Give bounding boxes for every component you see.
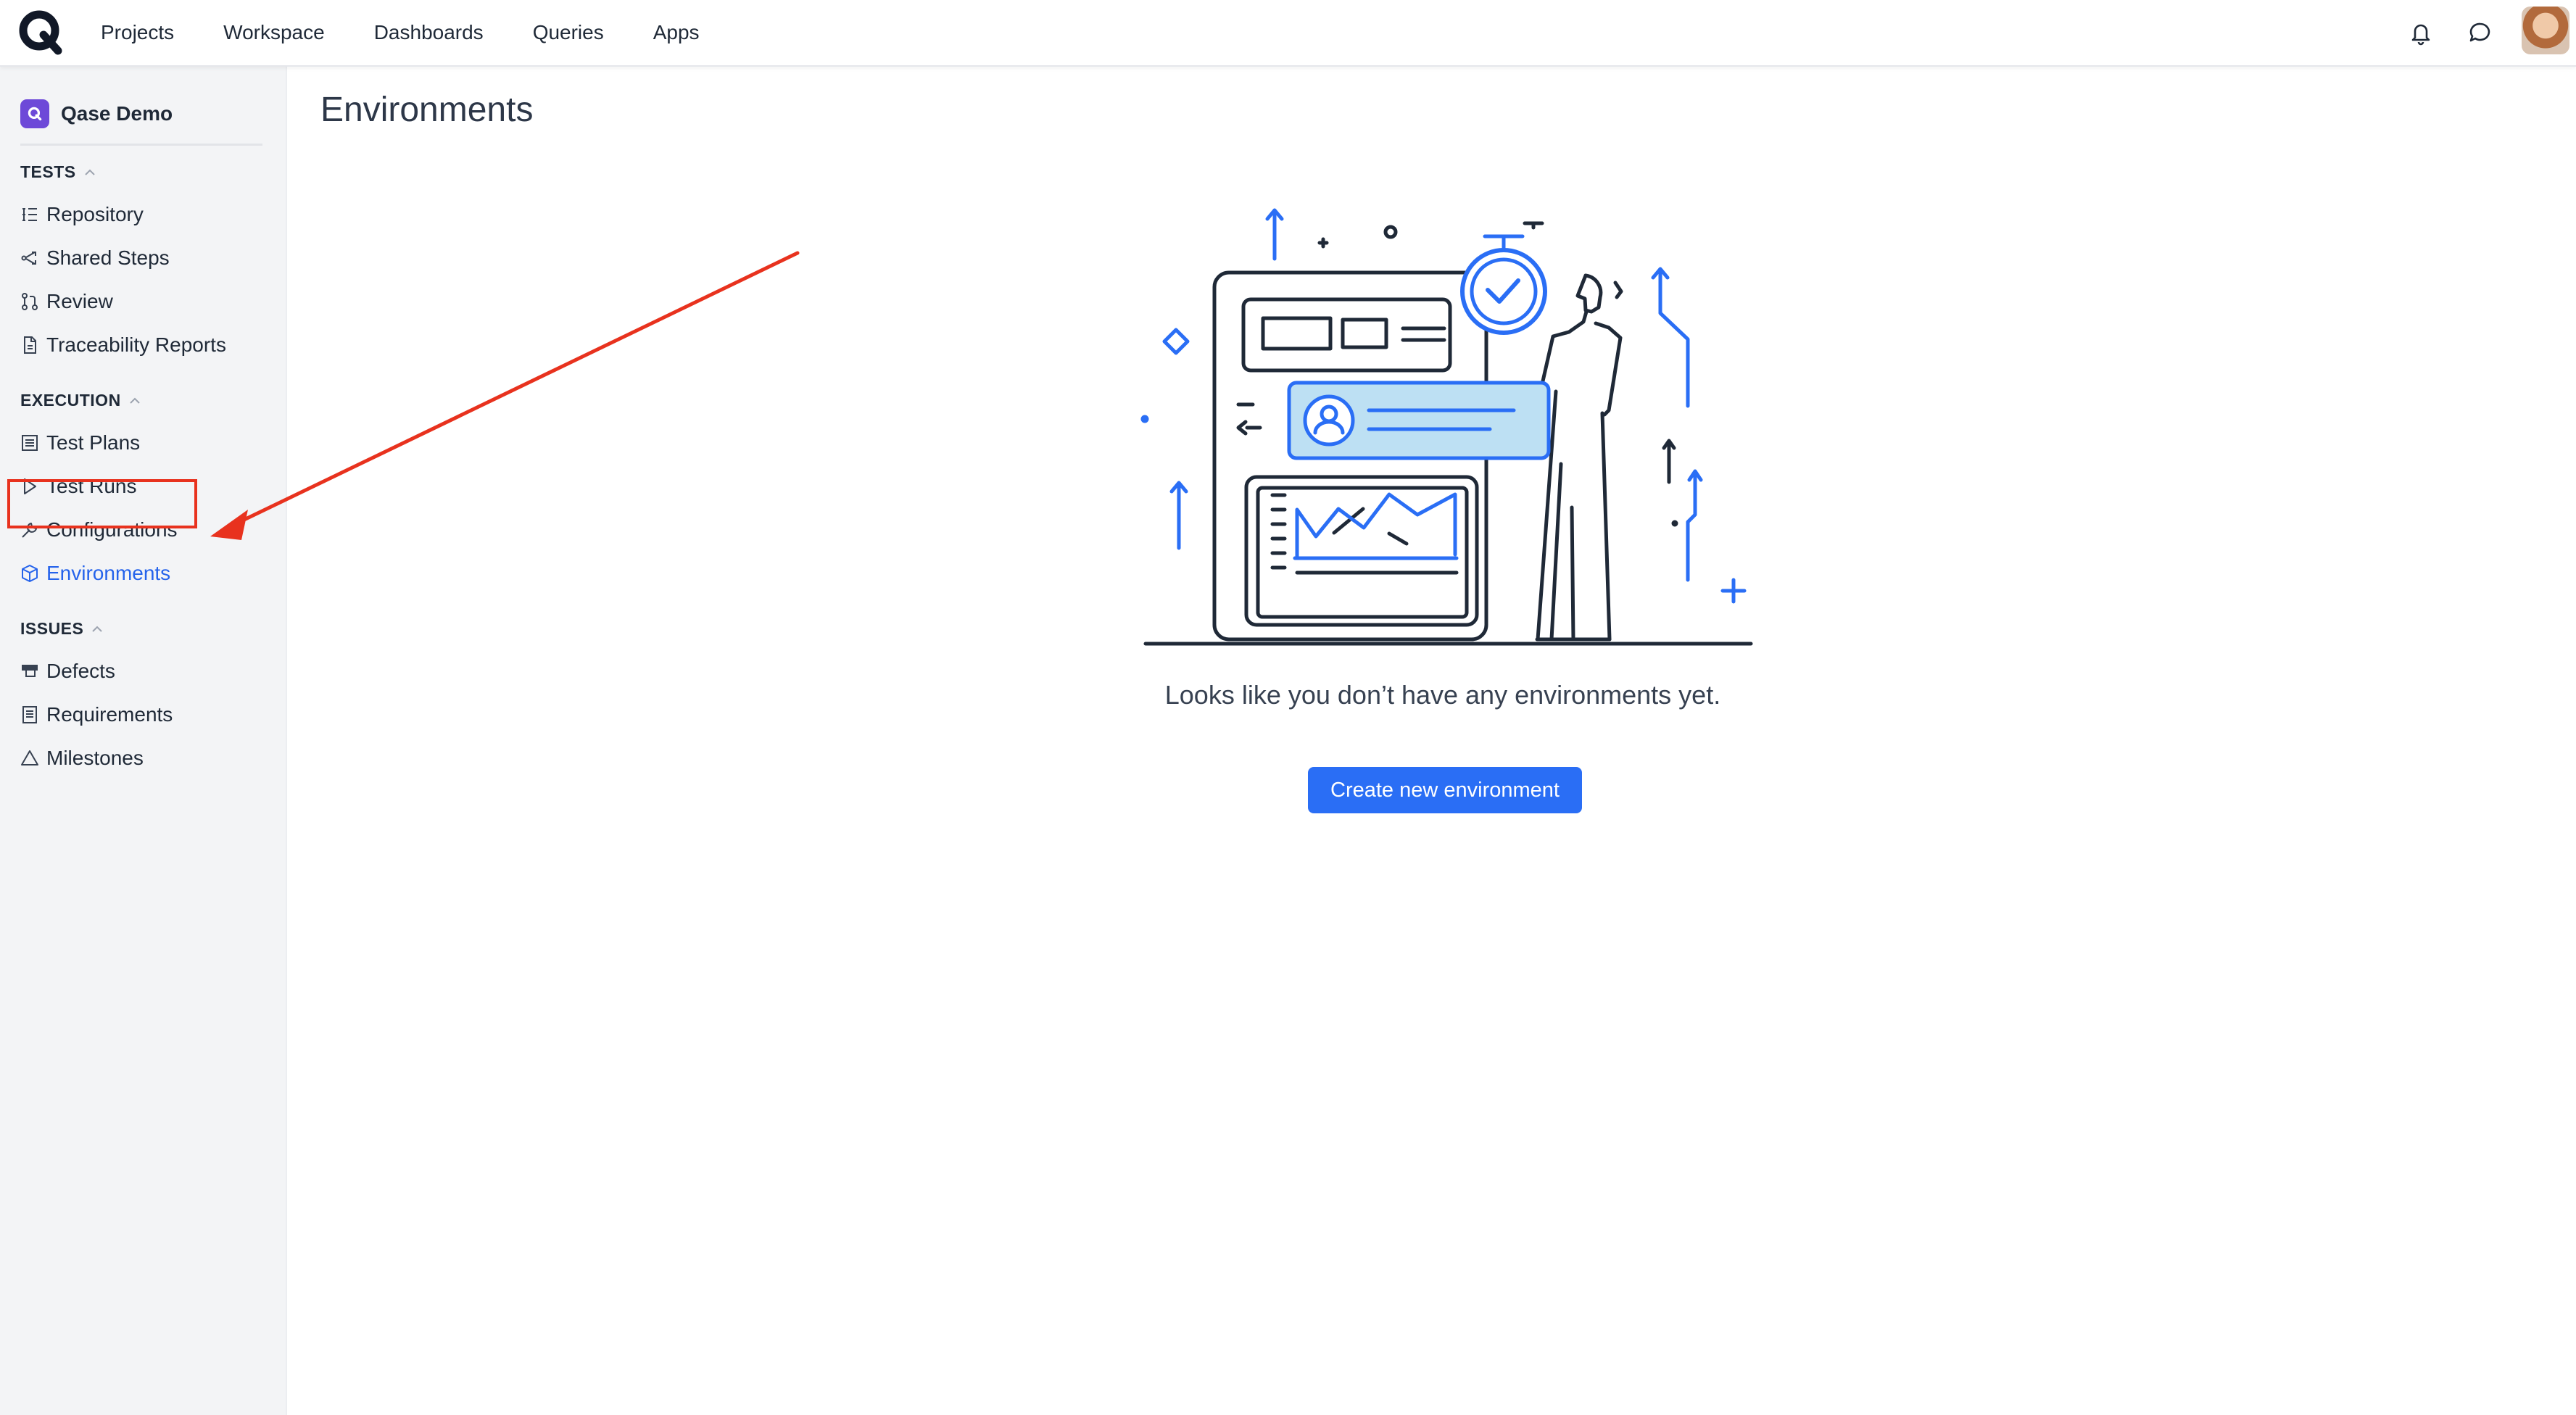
sidebar-item-defects[interactable]: Defects	[20, 655, 115, 687]
chevron-up-icon	[129, 397, 140, 404]
empty-state-message: Looks like you don’t have any environmen…	[1164, 680, 1721, 710]
sidebar-item-milestones[interactable]: Milestones	[20, 742, 144, 774]
repository-icon	[22, 208, 37, 221]
create-environment-button[interactable]: Create new environment	[1308, 767, 1582, 813]
sidebar-item-shared-steps[interactable]: Shared Steps	[20, 242, 170, 274]
project-sidebar: Qase Demo TESTS Repository Shared Steps …	[0, 67, 287, 1415]
nav-apps[interactable]: Apps	[653, 21, 700, 44]
test-plans-icon	[22, 435, 38, 451]
main-nav: Projects Workspace Dashboards Queries Ap…	[101, 0, 749, 65]
qase-logo-icon[interactable]	[17, 9, 64, 55]
review-icon	[22, 293, 38, 310]
chevron-up-icon	[92, 626, 103, 632]
sidebar-divider	[20, 144, 262, 146]
chat-icon[interactable]	[2464, 16, 2497, 49]
nav-projects[interactable]: Projects	[101, 21, 174, 44]
nav-workspace[interactable]: Workspace	[223, 21, 325, 44]
nav-queries[interactable]: Queries	[533, 21, 604, 44]
project-logo-icon	[20, 99, 49, 128]
empty-state-illustration	[1140, 208, 1753, 646]
project-name: Qase Demo	[61, 102, 173, 125]
sidebar-item-review[interactable]: Review	[20, 286, 113, 318]
section-execution-header[interactable]: EXECUTION	[20, 391, 141, 410]
section-issues-header[interactable]: ISSUES	[20, 619, 104, 639]
top-navigation-bar: Projects Workspace Dashboards Queries Ap…	[0, 0, 2576, 67]
user-avatar[interactable]	[2522, 7, 2569, 54]
shared-steps-icon	[21, 252, 36, 265]
report-icon	[24, 336, 36, 354]
cube-icon	[22, 565, 38, 582]
sidebar-item-test-plans[interactable]: Test Plans	[20, 427, 140, 459]
notification-bell-icon[interactable]	[2404, 16, 2438, 49]
annotation-highlight-box	[7, 479, 197, 528]
defects-icon	[22, 665, 38, 677]
sidebar-item-environments[interactable]: Environments	[20, 557, 170, 589]
section-tests-header[interactable]: TESTS	[20, 162, 96, 182]
milestone-icon	[21, 750, 38, 765]
sidebar-item-repository[interactable]: Repository	[20, 199, 144, 231]
project-selector[interactable]: Qase Demo	[20, 96, 173, 132]
requirements-icon	[22, 706, 37, 723]
sidebar-item-requirements[interactable]: Requirements	[20, 699, 173, 731]
sidebar-item-traceability-reports[interactable]: Traceability Reports	[20, 329, 226, 361]
nav-dashboards[interactable]: Dashboards	[374, 21, 484, 44]
chevron-up-icon	[84, 169, 95, 175]
page-title: Environments	[320, 91, 534, 129]
